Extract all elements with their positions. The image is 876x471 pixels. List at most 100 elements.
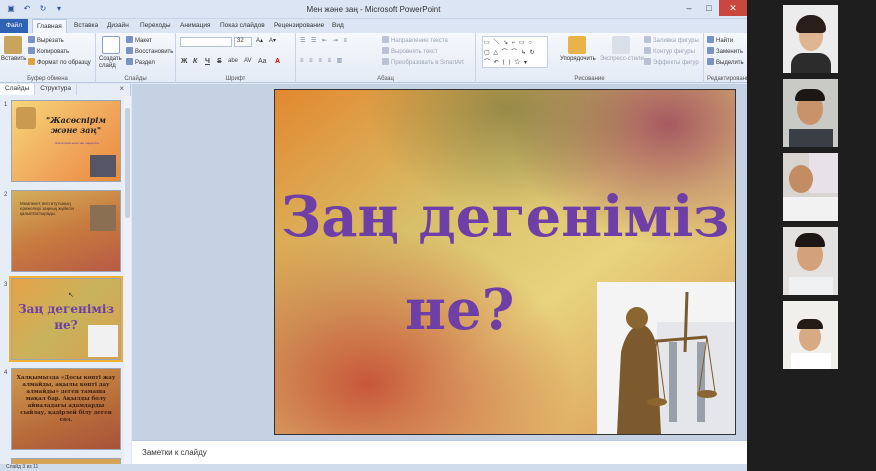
tab-home[interactable]: Главная bbox=[32, 19, 67, 33]
participant-video[interactable] bbox=[783, 301, 838, 369]
thumbnail-body: Мемлекет институтының ережелері заңның ж… bbox=[20, 201, 74, 216]
new-slide-icon[interactable] bbox=[102, 36, 120, 54]
quick-styles-icon[interactable] bbox=[612, 36, 630, 54]
tab-design[interactable]: Дизайн bbox=[103, 19, 133, 33]
select-button[interactable]: Выделить bbox=[707, 58, 744, 66]
shape-effects-button[interactable]: Эффекты фигур bbox=[644, 58, 699, 66]
font-color-button[interactable]: A bbox=[275, 58, 280, 65]
layout-button[interactable]: Макет bbox=[126, 36, 152, 44]
font-family-select[interactable] bbox=[180, 37, 232, 47]
slides-pane-scrollbar[interactable] bbox=[124, 96, 131, 471]
grow-font-icon[interactable]: A▴ bbox=[256, 37, 263, 44]
quick-styles-button[interactable]: Экспресс-стили bbox=[600, 56, 644, 62]
slide-title-line-2[interactable]: не? bbox=[405, 278, 514, 342]
slide-thumbnail-2[interactable]: Мемлекет институтының ережелері заңның ж… bbox=[11, 190, 121, 272]
participant-hair bbox=[795, 89, 825, 101]
participant-video[interactable] bbox=[783, 79, 838, 147]
participant-video[interactable] bbox=[783, 5, 838, 73]
clipboard-group-label: Буфер обмена bbox=[27, 76, 68, 82]
paint-bucket-icon bbox=[644, 36, 651, 43]
thumbnail-number: 1 bbox=[4, 102, 8, 108]
paragraph-group-label: Абзац bbox=[377, 76, 394, 82]
binoculars-icon bbox=[707, 36, 714, 43]
paste-icon[interactable] bbox=[4, 36, 22, 54]
arrange-button[interactable]: Упорядочить bbox=[560, 56, 596, 62]
video-call-panel bbox=[747, 0, 876, 471]
slide-thumbnail-4[interactable]: Халқымызда «Досы көпті жау алмайды, ақыл… bbox=[11, 368, 121, 450]
editing-group-label: Редактирование bbox=[707, 76, 753, 82]
text-direction-button[interactable]: Направление текста bbox=[382, 36, 448, 44]
maximize-button[interactable]: □ bbox=[699, 0, 719, 16]
new-slide-button[interactable]: Создать слайд bbox=[99, 56, 125, 70]
thumbnail-subtitle: Жасөспірім және заң тақырыбы bbox=[54, 141, 100, 145]
participant-face bbox=[789, 165, 813, 193]
change-case-button[interactable]: Aa bbox=[258, 58, 267, 65]
slides-group-label: Слайды bbox=[124, 76, 147, 82]
tab-slideshow[interactable]: Показ слайдов bbox=[216, 19, 269, 33]
text-direction-icon bbox=[382, 36, 389, 43]
tab-insert[interactable]: Вставка bbox=[70, 19, 102, 33]
tab-review[interactable]: Рецензирование bbox=[270, 19, 328, 33]
clipboard-group: Вставить Вырезать Копировать Формат по о… bbox=[0, 33, 96, 83]
font-size-select[interactable]: 32 bbox=[234, 37, 252, 47]
slide-thumbnail-3[interactable]: Заң дегеніміз не? ↖ bbox=[9, 276, 123, 362]
drawing-group-label: Рисование bbox=[574, 76, 605, 82]
shape-outline-button[interactable]: Контур фигуры bbox=[644, 47, 695, 55]
format-painter-button[interactable]: Формат по образцу bbox=[28, 58, 91, 66]
align-buttons[interactable]: ≡ ≡ ≡ ≡ ▥ bbox=[300, 57, 344, 64]
tab-outline[interactable]: Структура bbox=[35, 84, 78, 95]
strikethrough-button[interactable]: S bbox=[217, 58, 222, 65]
paragraph-group: ☰ ☰ ⇤ ⇥ ≡ ≡ ≡ ≡ ≡ ▥ Направление текста В… bbox=[296, 33, 476, 83]
justice-statue-image[interactable] bbox=[597, 282, 735, 434]
section-button[interactable]: Раздел bbox=[126, 58, 155, 66]
powerpoint-window: ▣ ↶ ↻ ▾ Мен және заң - Microsoft PowerPo… bbox=[0, 0, 753, 471]
participant-video[interactable] bbox=[783, 153, 838, 221]
minimize-button[interactable]: – bbox=[679, 0, 699, 16]
tab-view[interactable]: Вид bbox=[328, 19, 348, 33]
participant-body bbox=[789, 129, 833, 147]
tab-animations[interactable]: Анимация bbox=[176, 19, 215, 33]
reset-button[interactable]: Восстановить bbox=[126, 47, 173, 55]
spacing-button[interactable]: AV bbox=[244, 58, 252, 64]
participant-video[interactable] bbox=[783, 227, 838, 295]
find-button[interactable]: Найти bbox=[707, 36, 733, 44]
underline-button[interactable]: Ч bbox=[205, 58, 210, 65]
notes-pane[interactable]: Заметки к слайду bbox=[132, 440, 747, 464]
slide-thumbnail-1[interactable]: "Жасөспірім және заң" Жасөспірім және за… bbox=[11, 100, 121, 182]
shrink-font-icon[interactable]: A▾ bbox=[269, 37, 276, 44]
cut-button[interactable]: Вырезать bbox=[28, 36, 64, 44]
thumbnail-body: Халқымызда «Досы көпті жау алмайды, ақыл… bbox=[16, 375, 116, 423]
tab-slides[interactable]: Слайды bbox=[0, 84, 36, 95]
replace-icon bbox=[707, 47, 714, 54]
shadow-button[interactable]: abe bbox=[228, 58, 238, 64]
layout-icon bbox=[126, 36, 133, 43]
copy-button[interactable]: Копировать bbox=[28, 47, 69, 55]
shape-fill-button[interactable]: Заливка фигуры bbox=[644, 36, 699, 44]
tab-file[interactable]: Файл bbox=[0, 19, 28, 33]
replace-button[interactable]: Заменить bbox=[707, 47, 743, 55]
paste-button[interactable]: Вставить bbox=[1, 56, 26, 62]
smartart-icon bbox=[382, 58, 389, 65]
bold-button[interactable]: Ж bbox=[181, 58, 187, 65]
align-text-button[interactable]: Выровнять текст bbox=[382, 47, 438, 55]
title-bar: ▣ ↶ ↻ ▾ Мен және заң - Microsoft PowerPo… bbox=[0, 0, 747, 19]
participant-hair bbox=[795, 233, 825, 247]
participant-hair bbox=[797, 319, 823, 329]
smartart-button[interactable]: Преобразовать в SmartArt bbox=[382, 58, 464, 66]
current-slide[interactable]: Заң дегеніміз не? bbox=[274, 89, 736, 435]
scrollbar-thumb[interactable] bbox=[125, 108, 130, 218]
reset-icon bbox=[126, 47, 133, 54]
participant-body bbox=[791, 353, 831, 369]
close-button[interactable]: ✕ bbox=[719, 0, 747, 16]
participant-background bbox=[809, 153, 838, 193]
scales-of-justice-icon bbox=[617, 291, 735, 434]
slide-title-line-1[interactable]: Заң дегеніміз bbox=[275, 185, 735, 249]
arrange-icon[interactable] bbox=[568, 36, 586, 54]
shapes-gallery[interactable]: ▭ ＼ ↘ ⌐ ▭ ○ ▢ △ ⌒ ⌒ ↳ ↻ ⌒ ↶ ⟨ ⟩ ☆ ▾ bbox=[482, 36, 548, 68]
close-pane-icon[interactable]: × bbox=[119, 84, 124, 93]
drawing-group: ▭ ＼ ↘ ⌐ ▭ ○ ▢ △ ⌒ ⌒ ↳ ↻ ⌒ ↶ ⟨ ⟩ ☆ ▾ Упоряд… bbox=[476, 33, 704, 83]
italic-button[interactable]: К bbox=[193, 58, 197, 65]
list-buttons[interactable]: ☰ ☰ ⇤ ⇥ ≡ bbox=[300, 37, 349, 44]
thumbnail-photo bbox=[16, 107, 36, 129]
tab-transitions[interactable]: Переходы bbox=[136, 19, 175, 33]
